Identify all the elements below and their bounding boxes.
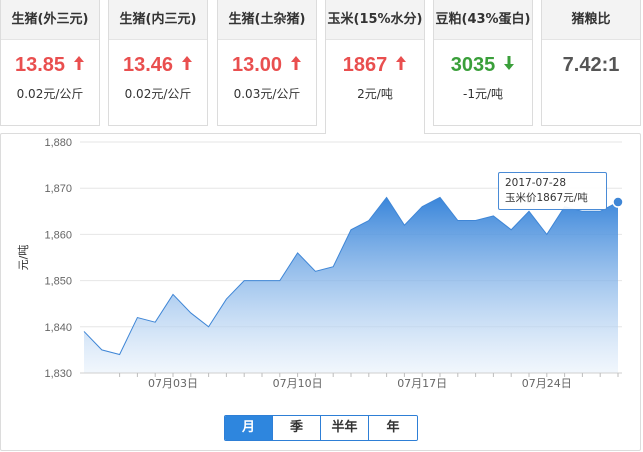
range-button[interactable]: 年: [369, 416, 417, 440]
price-card[interactable]: 玉米(15%水分) 1867 2元/吨: [325, 0, 425, 134]
card-change: -1元/吨: [462, 87, 503, 101]
range-button[interactable]: 月: [225, 416, 273, 440]
range-button[interactable]: 季: [273, 416, 321, 440]
price-card[interactable]: 生猪(内三元) 13.46 0.02元/公斤: [108, 0, 208, 126]
card-value: 13.85: [1, 54, 99, 77]
card-title: 生猪(内三元): [109, 0, 207, 40]
card-title: 生猪(土杂猪): [218, 0, 316, 40]
card-value: 7.42:1: [542, 54, 640, 77]
price-card[interactable]: 猪粮比 7.42:1: [541, 0, 641, 126]
price-card[interactable]: 生猪(土杂猪) 13.00 0.03元/公斤: [217, 0, 317, 126]
card-change: 2元/吨: [357, 87, 393, 101]
card-change: 0.02元/公斤: [16, 87, 84, 101]
card-value-text: 13.00: [231, 54, 283, 76]
arrow-up-icon: [395, 55, 407, 76]
card-title: 玉米(15%水分): [326, 0, 424, 40]
card-value-text: 1867: [342, 54, 388, 76]
data-point: [612, 196, 624, 208]
y-tick-label: 1,840: [44, 322, 72, 334]
price-card[interactable]: 生猪(外三元) 13.85 0.02元/公斤: [0, 0, 100, 126]
y-tick-label: 1,830: [44, 368, 72, 380]
card-title: 猪粮比: [542, 0, 640, 40]
arrow-down-icon: [503, 55, 515, 76]
price-card[interactable]: 豆粕(43%蛋白) 3035 -1元/吨: [433, 0, 533, 126]
card-value-text: 3035: [450, 54, 496, 76]
card-value: 3035: [434, 54, 532, 77]
range-selector: 月季半年年: [224, 415, 418, 441]
y-tick-label: 1,850: [44, 276, 72, 288]
card-change: 0.02元/公斤: [124, 87, 192, 101]
y-tick-label: 1,880: [44, 137, 72, 149]
range-button[interactable]: 半年: [321, 416, 369, 440]
y-tick-label: 1,860: [44, 229, 72, 241]
card-title: 豆粕(43%蛋白): [434, 0, 532, 40]
card-value-text: 7.42:1: [562, 54, 620, 76]
card-value-text: 13.46: [122, 54, 174, 76]
arrow-up-icon: [73, 55, 85, 76]
arrow-up-icon: [181, 55, 193, 76]
arrow-up-icon: [290, 55, 302, 76]
tooltip-value: 玉米价1867元/吨: [505, 192, 588, 204]
x-tick-label: 07月24日: [522, 377, 572, 390]
x-tick-label: 07月03日: [148, 377, 198, 390]
card-value-text: 13.85: [14, 54, 66, 76]
tooltip-date: 2017-07-28: [505, 177, 567, 189]
series-area: [84, 197, 618, 373]
card-value: 13.46: [109, 54, 207, 77]
card-title: 生猪(外三元): [1, 0, 99, 40]
card-value: 13.00: [218, 54, 316, 77]
card-change: 0.03元/公斤: [233, 87, 301, 101]
y-tick-label: 1,870: [44, 183, 72, 195]
card-value: 1867: [326, 54, 424, 77]
x-tick-label: 07月10日: [273, 377, 323, 390]
y-axis-label: 元/吨: [17, 245, 30, 271]
chart-tooltip: 2017-07-28 玉米价1867元/吨: [498, 172, 607, 210]
price-cards: 生猪(外三元) 13.85 0.02元/公斤 生猪(内三元) 13.46 0.02元/公斤…: [0, 0, 643, 134]
x-tick-label: 07月17日: [397, 377, 447, 390]
